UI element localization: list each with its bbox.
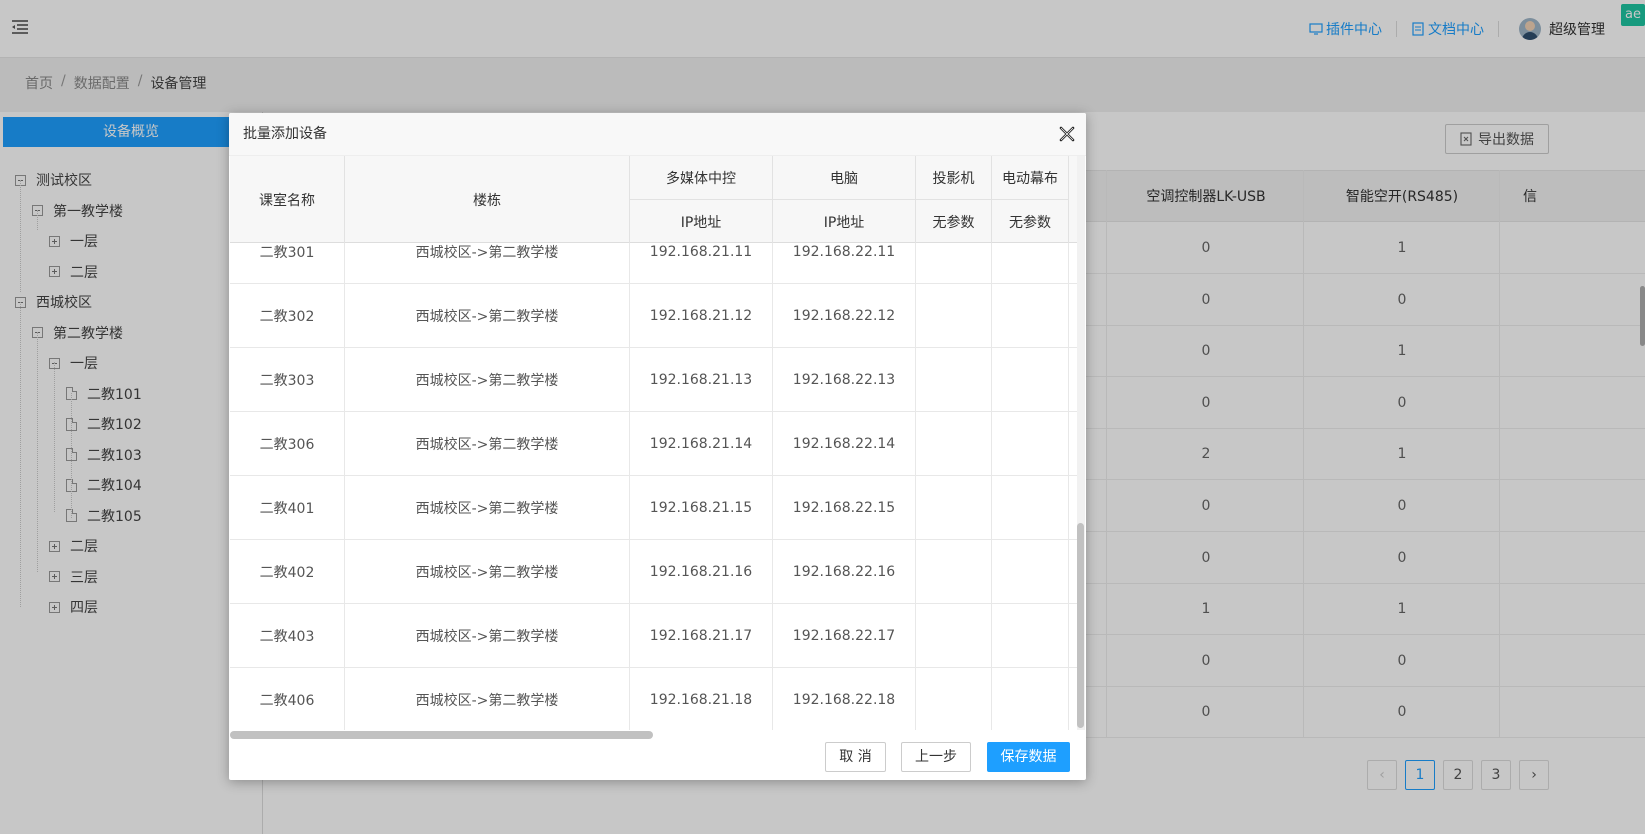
- empty-cell[interactable]: [916, 604, 992, 668]
- table-row: 二教406 西城校区->第二教学楼 192.168.21.18 192.168.22.…: [230, 668, 1077, 730]
- cell-media-ip[interactable]: 192.168.21.14: [630, 412, 773, 476]
- cell-pc-ip[interactable]: 192.168.22.17: [773, 604, 916, 668]
- column-header-building: 楼栋: [345, 156, 630, 243]
- column-subheader-screen: 无参数: [992, 199, 1069, 243]
- grid-header: 课室名称 楼栋 多媒体中控 IP地址 电脑 IP地址 投影机 无参数 电动幕布 …: [230, 156, 1077, 243]
- cell-room[interactable]: 二教302: [230, 284, 345, 348]
- column-header-media: 多媒体中控: [630, 156, 773, 199]
- save-data-button[interactable]: 保存数据: [987, 742, 1070, 772]
- batch-add-device-dialog: 批量添加设备 课室名称 楼栋 多媒体中控 IP地址 电脑 IP地址 投影机 无参…: [229, 113, 1086, 780]
- cell-building[interactable]: 西城校区->第二教学楼: [345, 668, 630, 730]
- empty-cell[interactable]: [916, 284, 992, 348]
- cell-building[interactable]: 西城校区->第二教学楼: [345, 412, 630, 476]
- cell-building[interactable]: 西城校区->第二教学楼: [345, 604, 630, 668]
- empty-cell[interactable]: [992, 412, 1069, 476]
- column-header-screen: 电动幕布: [992, 156, 1069, 199]
- cell-pc-ip[interactable]: 192.168.22.14: [773, 412, 916, 476]
- table-row: 二教403 西城校区->第二教学楼 192.168.21.17 192.168.22.…: [230, 604, 1077, 668]
- empty-cell[interactable]: [916, 540, 992, 604]
- column-header-projector: 投影机: [916, 156, 992, 199]
- cell-media-ip[interactable]: 192.168.21.13: [630, 348, 773, 412]
- cell-room[interactable]: 二教306: [230, 412, 345, 476]
- cell-media-ip[interactable]: 192.168.21.15: [630, 476, 773, 540]
- cell-pc-ip[interactable]: 192.168.22.18: [773, 668, 916, 730]
- close-icon[interactable]: [1059, 126, 1075, 142]
- cell-pc-ip[interactable]: 192.168.22.16: [773, 540, 916, 604]
- empty-cell[interactable]: [916, 348, 992, 412]
- empty-cell[interactable]: [992, 348, 1069, 412]
- device-grid: 课室名称 楼栋 多媒体中控 IP地址 电脑 IP地址 投影机 无参数 电动幕布 …: [230, 156, 1077, 730]
- cell-media-ip[interactable]: 192.168.21.17: [630, 604, 773, 668]
- cell-media-ip[interactable]: 192.168.21.12: [630, 284, 773, 348]
- table-row: 二教402 西城校区->第二教学楼 192.168.21.16 192.168.22.…: [230, 540, 1077, 604]
- cell-building[interactable]: 西城校区->第二教学楼: [345, 540, 630, 604]
- dialog-header: 批量添加设备: [229, 113, 1086, 156]
- cell-room[interactable]: 二教403: [230, 604, 345, 668]
- cancel-button[interactable]: 取 消: [825, 742, 886, 772]
- table-row: 二教401 西城校区->第二教学楼 192.168.21.15 192.168.22.…: [230, 476, 1077, 540]
- column-subheader-pc-ip: IP地址: [773, 199, 916, 243]
- empty-cell[interactable]: [992, 476, 1069, 540]
- dialog-footer: 取 消 上一步 保存数据: [229, 740, 1086, 780]
- table-row: 二教302 西城校区->第二教学楼 192.168.21.12 192.168.22.…: [230, 284, 1077, 348]
- grid-horizontal-scrollbar[interactable]: [230, 731, 653, 739]
- empty-cell[interactable]: [992, 604, 1069, 668]
- table-row: 二教306 西城校区->第二教学楼 192.168.21.14 192.168.22.…: [230, 412, 1077, 476]
- dialog-title: 批量添加设备: [243, 126, 327, 142]
- cell-pc-ip[interactable]: 192.168.22.12: [773, 284, 916, 348]
- column-header-room: 课室名称: [230, 156, 345, 243]
- cell-media-ip[interactable]: 192.168.21.16: [630, 540, 773, 604]
- empty-cell[interactable]: [916, 476, 992, 540]
- cell-pc-ip[interactable]: 192.168.22.15: [773, 476, 916, 540]
- empty-cell[interactable]: [916, 412, 992, 476]
- cell-room[interactable]: 二教303: [230, 348, 345, 412]
- cell-room[interactable]: 二教401: [230, 476, 345, 540]
- empty-cell[interactable]: [992, 284, 1069, 348]
- column-header-pc: 电脑: [773, 156, 916, 199]
- cell-pc-ip[interactable]: 192.168.22.13: [773, 348, 916, 412]
- cell-building[interactable]: 西城校区->第二教学楼: [345, 348, 630, 412]
- page-scrollbar[interactable]: [1640, 286, 1645, 346]
- empty-cell[interactable]: [916, 668, 992, 730]
- cell-building[interactable]: 西城校区->第二教学楼: [345, 284, 630, 348]
- column-subheader-projector: 无参数: [916, 199, 992, 243]
- empty-cell[interactable]: [992, 668, 1069, 730]
- cell-room[interactable]: 二教402: [230, 540, 345, 604]
- table-row: 二教303 西城校区->第二教学楼 192.168.21.13 192.168.22.…: [230, 348, 1077, 412]
- prev-step-button[interactable]: 上一步: [901, 742, 971, 772]
- grid-vertical-scrollbar[interactable]: [1077, 523, 1084, 728]
- cell-media-ip[interactable]: 192.168.21.18: [630, 668, 773, 730]
- cell-room[interactable]: 二教406: [230, 668, 345, 730]
- empty-cell[interactable]: [992, 540, 1069, 604]
- column-subheader-media-ip: IP地址: [630, 199, 773, 243]
- cell-building[interactable]: 西城校区->第二教学楼: [345, 476, 630, 540]
